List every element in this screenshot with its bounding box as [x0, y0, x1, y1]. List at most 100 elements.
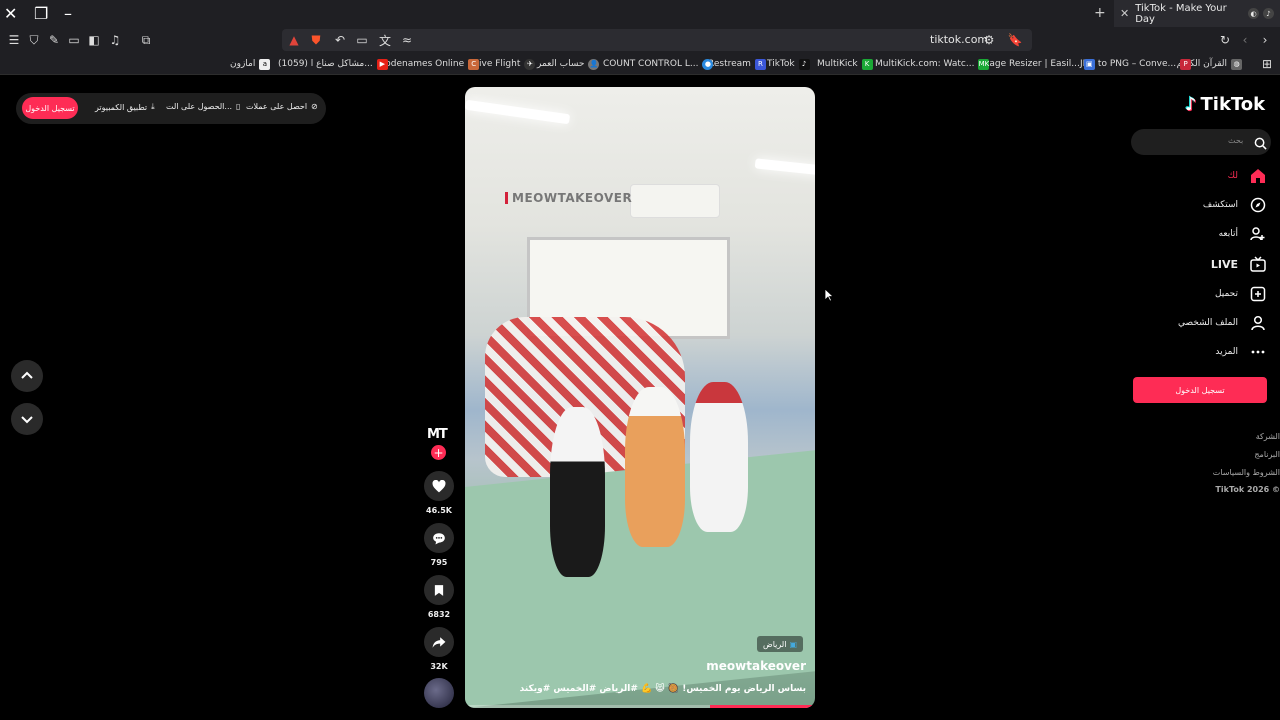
share-button[interactable]: [424, 627, 454, 657]
search-icon[interactable]: [1254, 135, 1267, 154]
get-app-link[interactable]: الحصول على الت... ▯: [166, 102, 240, 111]
k-icon: K: [861, 58, 873, 70]
bookmark-item[interactable]: JPG to PNG – Conve... P: [1080, 56, 1192, 72]
forward-icon[interactable]: ›: [1256, 31, 1274, 49]
share-count: 32K: [430, 662, 448, 671]
sidebar-login-button[interactable]: تسجيل الدخول: [1133, 377, 1267, 403]
codenames-icon: C: [468, 58, 480, 70]
tiktok-favicon-icon: ♪: [1263, 8, 1274, 19]
save-count: 6832: [427, 610, 451, 619]
sidebar-icon[interactable]: ◧: [85, 31, 103, 49]
copyright-text: TikTok 2026 ©: [1215, 485, 1280, 494]
extension-icon[interactable]: ≈: [398, 31, 416, 49]
cast-icon[interactable]: ▭: [353, 31, 371, 49]
follow-button[interactable]: +: [431, 445, 446, 460]
sidebar-item-live[interactable]: LIVE: [1211, 254, 1266, 274]
like-action[interactable]: 46.5K: [424, 471, 454, 515]
comment-count: 795: [430, 558, 448, 567]
footer-company-link[interactable]: الشركة: [1256, 432, 1280, 441]
user-icon: 👤: [588, 58, 600, 70]
video-progress-bar[interactable]: [465, 705, 815, 708]
search-input[interactable]: [1131, 129, 1271, 155]
share-action[interactable]: 32K: [424, 627, 454, 671]
music-disc-avatar[interactable]: [424, 678, 454, 708]
profile-icon: [1251, 315, 1265, 331]
sidebar-item-for-you[interactable]: لك: [1228, 166, 1266, 186]
tiktok-logo[interactable]: ♪ TikTok: [1185, 94, 1265, 115]
bookmark-item[interactable]: MultiKick.com: Watc... MK: [875, 56, 990, 72]
bookmark-item[interactable]: Live Flight ✈: [474, 56, 536, 72]
music-icon[interactable]: ♫: [106, 31, 124, 49]
comment-icon: [433, 532, 445, 544]
bookmark-icon[interactable]: 🔖: [1006, 31, 1024, 49]
search-placeholder: بحث: [1228, 136, 1244, 145]
phone-icon: ▯: [236, 102, 241, 111]
login-button[interactable]: تسجيل الدخول: [22, 97, 78, 119]
bookmark-item[interactable]: COUNT CONTROL L... ●: [603, 56, 714, 72]
save-action[interactable]: 6832: [424, 575, 454, 619]
bookmark-item[interactable]: حساب العمر 👤: [537, 56, 600, 72]
footer-terms-link[interactable]: الشروط والسياسات: [1213, 468, 1280, 477]
sidebar-item-profile[interactable]: الملف الشخصي: [1178, 313, 1266, 333]
pin-icon[interactable]: ✎: [45, 31, 63, 49]
sidebar-item-upload[interactable]: تحميل: [1215, 284, 1266, 304]
address-bar[interactable]: [282, 29, 1032, 51]
bookmark-item[interactable]: TikTok ♪: [767, 56, 810, 72]
live-icon: [1250, 256, 1266, 272]
save-button[interactable]: [424, 575, 454, 605]
tabs-icon[interactable]: ▭: [65, 31, 83, 49]
image-icon: ▣: [1083, 58, 1095, 70]
minimize-window-icon[interactable]: –: [64, 4, 72, 23]
restore-window-icon[interactable]: ❐: [34, 4, 48, 23]
progress-fill: [710, 705, 815, 708]
ceiling-light: [465, 99, 571, 125]
site-settings-icon[interactable]: ⚙: [980, 31, 998, 49]
previous-video-button[interactable]: [11, 360, 43, 392]
share-icon[interactable]: ↶: [331, 31, 349, 49]
bookmark-item[interactable]: Image Resizer | Easil... ▣: [978, 56, 1095, 72]
like-button[interactable]: [424, 471, 454, 501]
apps-grid-icon[interactable]: ⊞: [1258, 55, 1276, 73]
sidebar-item-more[interactable]: المزيد: [1215, 342, 1266, 362]
video-player[interactable]: MEOWTAKEOVER الرياض ▣ meowtakeover بساس …: [465, 87, 815, 708]
like-count: 46.5K: [426, 506, 452, 515]
upload-icon: [1250, 286, 1266, 302]
translate-icon[interactable]: 文: [376, 31, 394, 49]
new-tab-icon[interactable]: +: [1094, 5, 1106, 21]
comment-button[interactable]: [424, 523, 454, 553]
brave-shield-icon[interactable]: ⛊: [307, 31, 325, 49]
coin-icon: ⊘: [311, 102, 318, 111]
desktop-app-link[interactable]: تطبيق الكمبيوتر ⤓: [95, 102, 155, 112]
menu-icon[interactable]: ☰: [5, 31, 23, 49]
sidebar-item-following[interactable]: أتابعه: [1219, 224, 1266, 244]
bookmark-item[interactable]: امازون a: [230, 56, 271, 72]
speaker-icon[interactable]: ◐: [1248, 8, 1259, 19]
next-video-button[interactable]: [11, 403, 43, 435]
bookmark-item[interactable]: Codenames Online C: [379, 56, 480, 72]
creator-avatar[interactable]: MT: [427, 427, 451, 445]
comment-action[interactable]: 795: [424, 523, 454, 567]
location-chip[interactable]: الرياض ▣: [757, 636, 803, 652]
globe-icon: ◍: [1231, 58, 1242, 70]
back-icon[interactable]: ‹: [1236, 31, 1254, 49]
bookmark-item[interactable]: (1059) مشاكل صناع ا... ▶: [278, 56, 388, 72]
shield-icon[interactable]: ⛉: [25, 31, 43, 49]
video-watermark: MEOWTAKEOVER: [505, 191, 632, 205]
get-coins-link[interactable]: احصل على عملات ⊘: [246, 102, 318, 111]
bookmark-item[interactable]: Restream R: [708, 56, 766, 72]
brave-rewards-icon[interactable]: ▲: [285, 31, 303, 49]
sidebar-item-explore[interactable]: استكشف: [1203, 195, 1266, 215]
bookmark-item[interactable]: MultiKick K: [817, 56, 873, 72]
png-icon: P: [1180, 58, 1192, 70]
screenshot-icon[interactable]: ⧉: [137, 31, 155, 49]
close-tab-icon[interactable]: ✕: [1120, 7, 1129, 20]
amazon-icon: a: [259, 58, 271, 70]
browser-tab[interactable]: ✕ TikTok - Make Your Day ◐ ♪: [1114, 0, 1280, 27]
video-author[interactable]: meowtakeover: [706, 659, 806, 673]
footer-program-link[interactable]: البرنامج: [1254, 450, 1280, 459]
reload-icon[interactable]: ↻: [1216, 31, 1234, 49]
share-arrow-icon: [432, 636, 446, 648]
close-window-icon[interactable]: ✕: [4, 4, 17, 23]
tiktok-note-icon: ♪: [1185, 94, 1197, 115]
r-icon: R: [754, 58, 766, 70]
